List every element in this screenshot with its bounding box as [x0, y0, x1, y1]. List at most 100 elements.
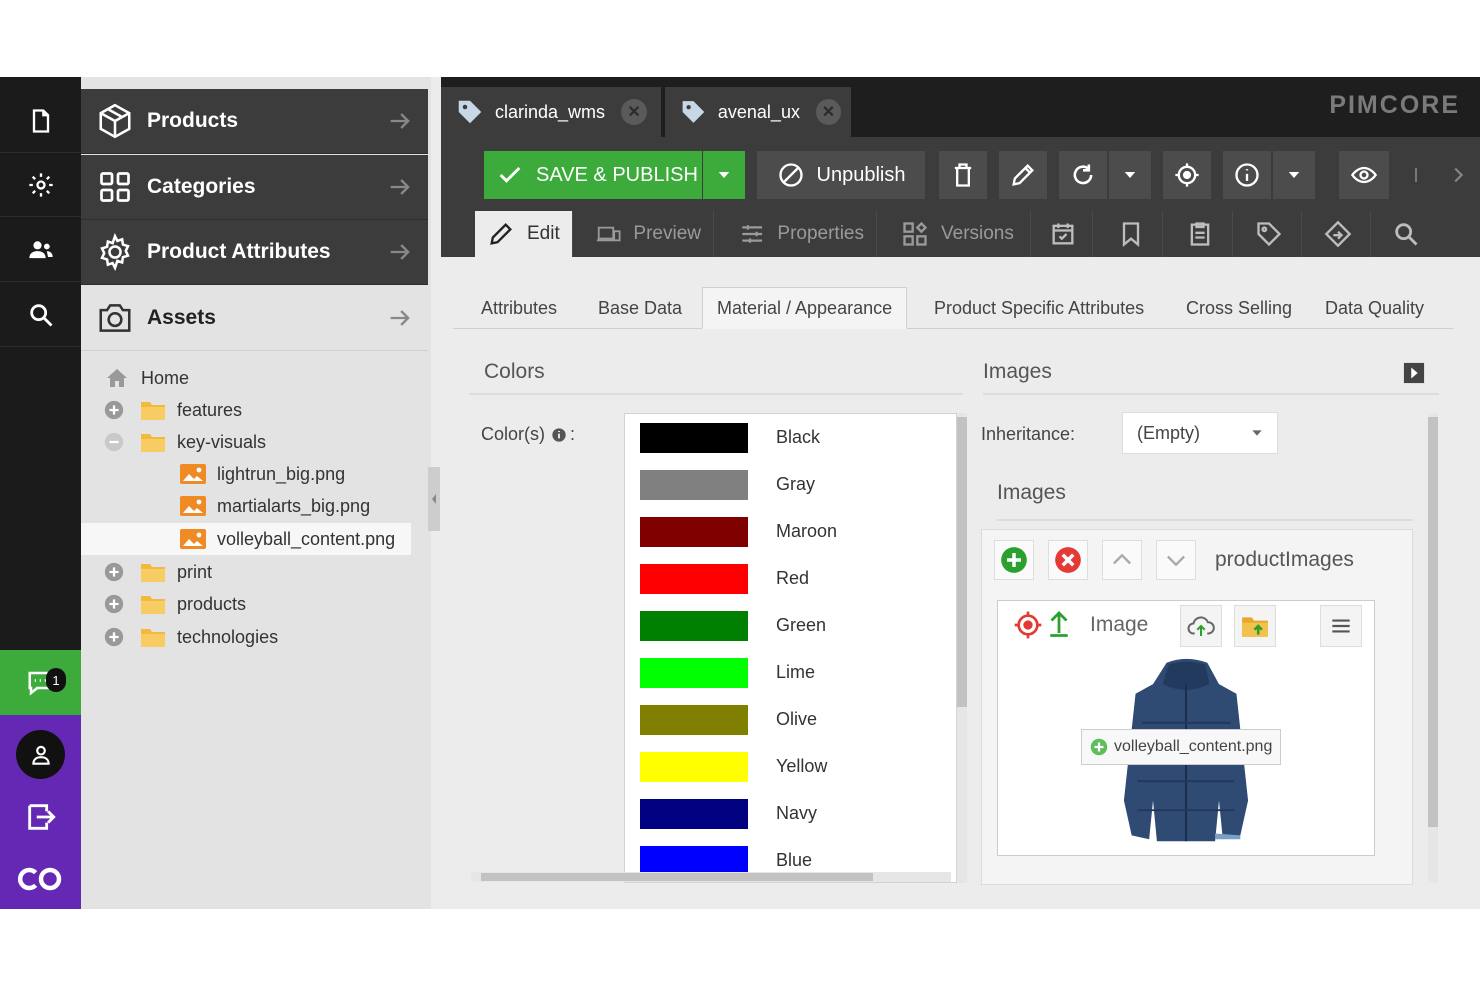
- subtab-cross-selling[interactable]: Cross Selling: [1172, 287, 1306, 329]
- color-option[interactable]: Yellow: [625, 743, 955, 790]
- nav-assets[interactable]: Assets: [81, 286, 428, 351]
- crosshair-icon[interactable]: [1012, 609, 1044, 641]
- chevron-right-icon[interactable]: [1447, 164, 1469, 186]
- color-option[interactable]: Gray: [625, 461, 955, 508]
- editor-scroll-thumb[interactable]: [1428, 417, 1438, 827]
- tree-item-print[interactable]: print: [81, 556, 411, 588]
- left-rail: 1: [0, 77, 81, 909]
- colors-multiselect-list[interactable]: Black Gray Maroon Red Green Lime Olive Y…: [624, 413, 957, 883]
- move-up-button[interactable]: [1102, 540, 1142, 580]
- caret-down-icon: [1124, 172, 1136, 178]
- tab-properties[interactable]: Properties: [727, 211, 877, 257]
- save-options-dropdown[interactable]: [703, 151, 745, 199]
- user-avatar-icon[interactable]: [16, 730, 65, 779]
- color-swatch: [640, 751, 748, 782]
- color-option[interactable]: Red: [625, 555, 955, 602]
- images-panel-title: Images: [983, 360, 1052, 383]
- settings-gear-icon[interactable]: [0, 153, 81, 217]
- info-icon[interactable]: [551, 427, 567, 443]
- close-tab-icon[interactable]: ✕: [621, 99, 648, 125]
- reload-options-dropdown[interactable]: [1109, 151, 1151, 199]
- tree-item-volleyball[interactable]: volleyball_content.png: [81, 523, 411, 555]
- tree-item-technologies[interactable]: technologies: [81, 621, 411, 653]
- expand-plus-icon[interactable]: [103, 593, 125, 615]
- colors-horizontal-scroll-thumb[interactable]: [481, 873, 873, 881]
- remove-image-button[interactable]: [1048, 540, 1088, 580]
- preview-eye-button[interactable]: [1339, 151, 1389, 199]
- color-option[interactable]: Olive: [625, 696, 955, 743]
- collapse-panel-icon[interactable]: [1403, 362, 1425, 384]
- tab-notes[interactable]: [1167, 211, 1233, 257]
- subtab-base-data[interactable]: Base Data: [584, 287, 696, 329]
- panel-splitter-handle[interactable]: [428, 467, 440, 531]
- doc-tab-clarinda[interactable]: clarinda_wms ✕: [441, 87, 661, 137]
- tree-item-martialarts[interactable]: martialarts_big.png: [81, 490, 411, 522]
- colors-list-scroll-thumb[interactable]: [957, 417, 967, 707]
- move-down-button[interactable]: [1156, 540, 1196, 580]
- doc-tab-avenal[interactable]: avenal_ux ✕: [665, 87, 851, 137]
- trash-icon: [954, 163, 972, 187]
- color-option[interactable]: Navy: [625, 790, 955, 837]
- color-option[interactable]: Black: [625, 414, 955, 461]
- tree-item-label: key-visuals: [177, 431, 267, 452]
- expand-plus-icon[interactable]: [103, 399, 125, 421]
- info-button[interactable]: [1223, 151, 1271, 199]
- tree-item-products[interactable]: products: [81, 588, 411, 620]
- subtab-product-specific-attributes[interactable]: Product Specific Attributes: [920, 287, 1158, 329]
- locate-in-tree-button[interactable]: [1163, 151, 1211, 199]
- pencil-icon: [490, 223, 512, 245]
- tab-tags[interactable]: [1236, 211, 1302, 257]
- save-publish-button[interactable]: SAVE & PUBLISH: [484, 151, 702, 199]
- open-folder-button[interactable]: [1234, 605, 1276, 647]
- nav-product-attributes[interactable]: Product Attributes: [81, 220, 428, 285]
- color-option[interactable]: Maroon: [625, 508, 955, 555]
- rename-button[interactable]: [999, 151, 1047, 199]
- upload-cloud-button[interactable]: [1180, 605, 1222, 647]
- tab-preview[interactable]: Preview: [584, 211, 714, 257]
- tree-item-label: print: [177, 561, 213, 582]
- toolbar-overflow[interactable]: [1409, 163, 1469, 187]
- delete-button[interactable]: [939, 151, 987, 199]
- colors-panel-title: Colors: [484, 360, 545, 383]
- unpublish-button[interactable]: Unpublish: [757, 151, 925, 199]
- color-option[interactable]: Green: [625, 602, 955, 649]
- colors-field-label: Color(s) :: [481, 424, 575, 445]
- notifications-button[interactable]: 1: [0, 650, 81, 715]
- cloud-upload-icon: [1187, 616, 1215, 636]
- expand-plus-icon[interactable]: [103, 626, 125, 648]
- search-icon[interactable]: [0, 283, 81, 347]
- info-options-dropdown[interactable]: [1273, 151, 1315, 199]
- tab-search[interactable]: [1373, 211, 1439, 257]
- users-icon[interactable]: [0, 218, 81, 282]
- tree-item-key-visuals[interactable]: key-visuals: [81, 426, 411, 458]
- document-icon[interactable]: [0, 89, 81, 153]
- crosshair-icon: [1175, 163, 1199, 187]
- logout-icon[interactable]: [24, 800, 58, 834]
- close-tab-icon[interactable]: ✕: [815, 99, 841, 125]
- subtab-data-quality[interactable]: Data Quality: [1311, 287, 1438, 329]
- upload-arrow-icon[interactable]: [1044, 607, 1074, 639]
- tab-edit[interactable]: Edit: [475, 211, 573, 257]
- nav-categories[interactable]: Categories: [81, 155, 428, 220]
- reload-button[interactable]: [1059, 151, 1107, 199]
- tree-item-features[interactable]: features: [81, 394, 411, 426]
- nav-products[interactable]: Products: [81, 89, 428, 154]
- inheritance-select[interactable]: (Empty): [1122, 412, 1278, 454]
- nav-categories-label: Categories: [147, 175, 256, 198]
- tab-workflow[interactable]: [1305, 211, 1371, 257]
- subtab-attributes[interactable]: Attributes: [467, 287, 571, 329]
- subtab-material-appearance[interactable]: Material / Appearance: [702, 287, 908, 329]
- color-option[interactable]: Lime: [625, 649, 955, 696]
- tab-bookmark[interactable]: [1099, 211, 1163, 257]
- color-option-label: Green: [776, 615, 827, 635]
- image-menu-button[interactable]: [1320, 605, 1362, 647]
- tree-item-home[interactable]: Home: [81, 362, 411, 394]
- color-option-label: Black: [776, 427, 821, 447]
- collapse-minus-icon[interactable]: [103, 431, 125, 453]
- expand-plus-icon[interactable]: [103, 561, 125, 583]
- tab-schedule[interactable]: [1033, 211, 1093, 257]
- tag-icon: [1256, 222, 1281, 247]
- add-image-button[interactable]: [994, 540, 1034, 580]
- tab-versions[interactable]: Versions: [889, 211, 1031, 257]
- tree-item-lightrun[interactable]: lightrun_big.png: [81, 458, 411, 490]
